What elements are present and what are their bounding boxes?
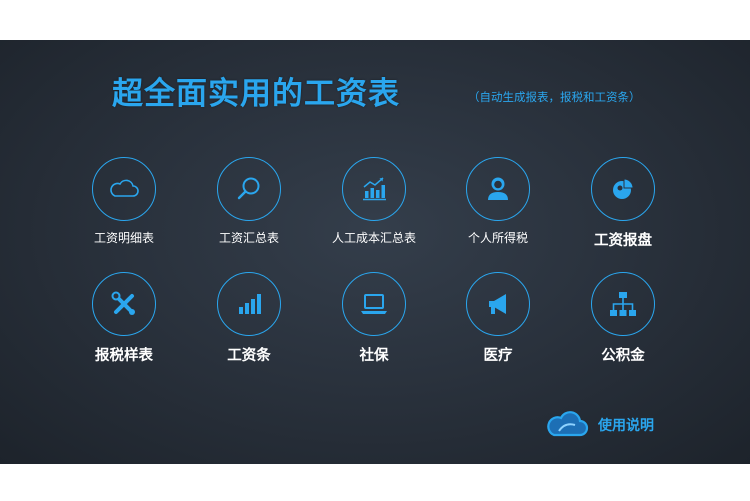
org-chart-icon: [591, 272, 655, 336]
menu-item-label: 工资明细表: [93, 231, 154, 245]
menu-item-labor-cost[interactable]: 人工成本汇总表: [314, 157, 434, 246]
menu-item-salary-summary[interactable]: 工资汇总表: [189, 157, 309, 246]
menu-item-salary-report[interactable]: 工资报盘: [563, 157, 683, 250]
menu-item-housing-fund[interactable]: 公积金: [563, 272, 683, 365]
main-panel: 超全面实用的工资表 （自动生成报表，报税和工资条） 工资明细表 工资汇总表 人工…: [0, 40, 750, 464]
menu-item-salary-detail[interactable]: 工资明细表: [64, 157, 184, 246]
page-subtitle: （自动生成报表，报税和工资条）: [468, 90, 641, 104]
menu-item-label: 工资汇总表: [218, 231, 279, 245]
menu-item-income-tax[interactable]: 个人所得税: [438, 157, 558, 246]
menu-item-label: 工资条: [227, 348, 271, 364]
pie-chart-icon: [591, 157, 655, 221]
megaphone-icon: [466, 272, 530, 336]
help-label: 使用说明: [598, 418, 654, 434]
menu-item-payslip[interactable]: 工资条: [189, 272, 309, 365]
help-button[interactable]: 使用说明: [544, 410, 654, 440]
menu-item-label: 社保: [359, 348, 389, 364]
cloud-logo-icon: [547, 411, 589, 437]
bar-chart-growth-icon: [342, 157, 406, 221]
menu-item-label: 人工成本汇总表: [331, 231, 416, 245]
menu-item-medical[interactable]: 医疗: [438, 272, 558, 365]
bar-chart-icon: [217, 272, 281, 336]
menu-item-tax-sample[interactable]: 报税样表: [64, 272, 184, 365]
cloud-icon: [92, 157, 156, 221]
page-title: 超全面实用的工资表: [112, 76, 400, 112]
menu-item-label: 医疗: [483, 348, 513, 364]
menu-item-label: 个人所得税: [467, 231, 528, 245]
menu-item-label: 工资报盘: [594, 233, 652, 249]
menu-item-label: 公积金: [601, 348, 645, 364]
menu-item-label: 报税样表: [95, 348, 153, 364]
menu-item-social-security[interactable]: 社保: [314, 272, 434, 365]
tools-icon: [92, 272, 156, 336]
search-icon: [217, 157, 281, 221]
person-icon: [466, 157, 530, 221]
laptop-icon: [342, 272, 406, 336]
